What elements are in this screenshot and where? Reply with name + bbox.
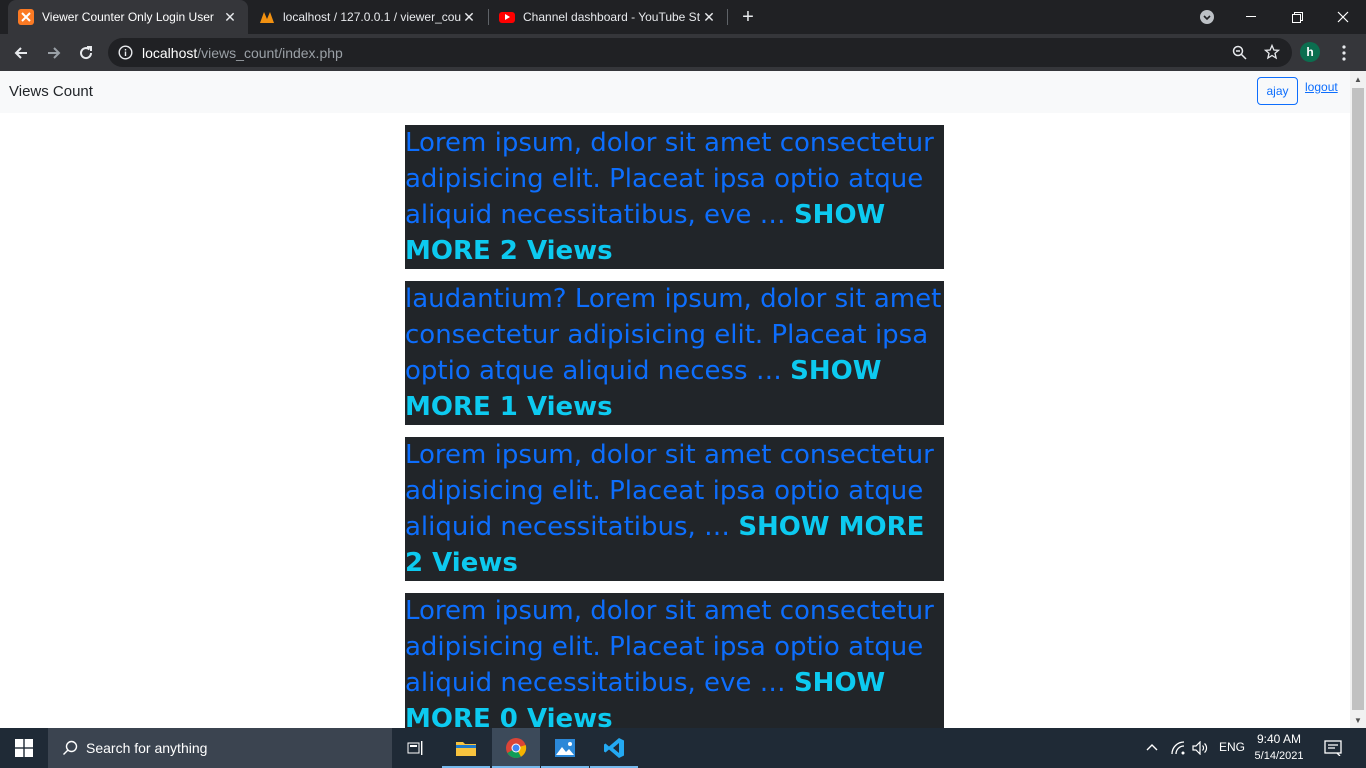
system-clock[interactable]: 9:40 AM 5/14/2021 — [1254, 731, 1304, 765]
arrow-left-icon — [14, 47, 27, 59]
phpmyadmin-icon — [259, 9, 275, 25]
minimize-icon — [1246, 16, 1256, 17]
post-excerpt: Lorem ipsum, dolor sit amet consectetur … — [405, 437, 944, 581]
browser-tab-strip: Viewer Counter Only Login User ✕ localho… — [0, 0, 1366, 34]
folder-icon — [456, 742, 476, 756]
browser-toolbar: localhost/views_count/index.php h — [0, 34, 1366, 71]
scroll-thumb[interactable] — [1352, 88, 1364, 710]
photos-taskbar-button[interactable] — [541, 728, 589, 768]
taskbar-search[interactable]: Search for anything — [48, 728, 392, 768]
notification-icon[interactable] — [1324, 740, 1342, 756]
close-tab-icon[interactable]: ✕ — [701, 9, 717, 25]
menu-button[interactable] — [1330, 39, 1358, 67]
more-vertical-icon — [1342, 45, 1346, 61]
tab-youtube-studio[interactable]: Channel dashboard - YouTube St ✕ — [489, 0, 727, 34]
task-view-icon — [407, 741, 423, 755]
zoom-icon — [1232, 45, 1247, 60]
xampp-icon — [18, 9, 34, 25]
close-tab-icon[interactable]: ✕ — [461, 9, 477, 25]
reload-icon — [80, 46, 93, 60]
restore-button[interactable] — [1274, 0, 1320, 34]
chrome-icon — [506, 738, 527, 759]
tab-title: Viewer Counter Only Login User — [42, 10, 214, 24]
site-navbar: Views Count ajay logout — [0, 71, 1350, 113]
chevron-down-icon — [1200, 10, 1214, 24]
url-path: /views_count/index.php — [197, 44, 343, 61]
tab-phpmyadmin[interactable]: localhost / 127.0.0.1 / viewer_cou ✕ — [249, 0, 487, 34]
page-scrollbar[interactable]: ▲ ▼ — [1350, 71, 1366, 728]
back-button[interactable] — [7, 39, 35, 67]
vscode-taskbar-button[interactable] — [590, 728, 638, 768]
windows-logo-icon — [15, 739, 33, 757]
post-card: laudantium? Lorem ipsum, dolor sit amet … — [405, 281, 944, 425]
tab-title: localhost / 127.0.0.1 / viewer_cou — [283, 10, 461, 24]
reload-button[interactable] — [72, 39, 100, 67]
wifi-icon[interactable] — [1171, 741, 1185, 755]
scroll-up-icon[interactable]: ▲ — [1350, 71, 1366, 87]
vscode-icon — [604, 738, 624, 758]
clock-time: 9:40 AM — [1256, 732, 1302, 746]
tab-search-button[interactable] — [1184, 0, 1230, 34]
post-excerpt: Lorem ipsum, dolor sit amet consectetur … — [405, 593, 944, 728]
search-icon — [63, 740, 78, 755]
post-list: Lorem ipsum, dolor sit amet consectetur … — [0, 113, 1350, 728]
start-button[interactable] — [0, 728, 48, 768]
info-icon — [118, 45, 133, 60]
post-card: Lorem ipsum, dolor sit amet consectetur … — [405, 437, 944, 581]
navbar-brand[interactable]: Views Count — [9, 83, 93, 100]
user-button[interactable]: ajay — [1257, 77, 1298, 105]
photos-icon — [555, 739, 575, 757]
forward-button[interactable] — [40, 39, 68, 67]
post-card: Lorem ipsum, dolor sit amet consectetur … — [405, 125, 944, 269]
post-excerpt: laudantium? Lorem ipsum, dolor sit amet … — [405, 281, 944, 425]
close-tab-icon[interactable]: ✕ — [222, 9, 238, 25]
address-bar[interactable]: localhost/views_count/index.php — [108, 38, 1292, 67]
tab-separator — [727, 9, 728, 25]
youtube-icon — [499, 11, 515, 23]
volume-icon[interactable] — [1192, 741, 1208, 755]
search-placeholder: Search for anything — [86, 740, 208, 756]
url-text[interactable]: localhost/views_count/index.php — [142, 45, 343, 61]
bookmark-star-icon — [1264, 44, 1280, 60]
minimize-button[interactable] — [1228, 0, 1274, 34]
file-explorer-button[interactable] — [442, 728, 490, 768]
post-excerpt: Lorem ipsum, dolor sit amet consectetur … — [405, 125, 944, 269]
post-card: Lorem ipsum, dolor sit amet consectetur … — [405, 593, 944, 728]
close-window-button[interactable] — [1320, 0, 1366, 34]
chevron-up-icon[interactable] — [1146, 743, 1158, 751]
tab-viewer-counter[interactable]: Viewer Counter Only Login User ✕ — [8, 0, 248, 34]
logout-link[interactable]: logout — [1305, 80, 1338, 94]
new-tab-button[interactable]: + — [738, 7, 758, 27]
windows-taskbar: Search for anything ENG 9:40 AM 5/14/202… — [0, 728, 1366, 768]
profile-avatar[interactable]: h — [1300, 42, 1320, 62]
url-host: localhost — [142, 44, 198, 61]
language-indicator[interactable]: ENG — [1219, 740, 1245, 754]
arrow-right-icon — [48, 47, 61, 59]
close-icon — [1337, 11, 1349, 23]
restore-icon — [1291, 11, 1303, 23]
scroll-down-icon[interactable]: ▼ — [1350, 712, 1366, 728]
clock-date: 5/14/2021 — [1254, 750, 1304, 762]
tab-title: Channel dashboard - YouTube St — [523, 10, 701, 24]
chrome-taskbar-button[interactable] — [492, 728, 540, 768]
task-view-button[interactable] — [392, 728, 440, 768]
